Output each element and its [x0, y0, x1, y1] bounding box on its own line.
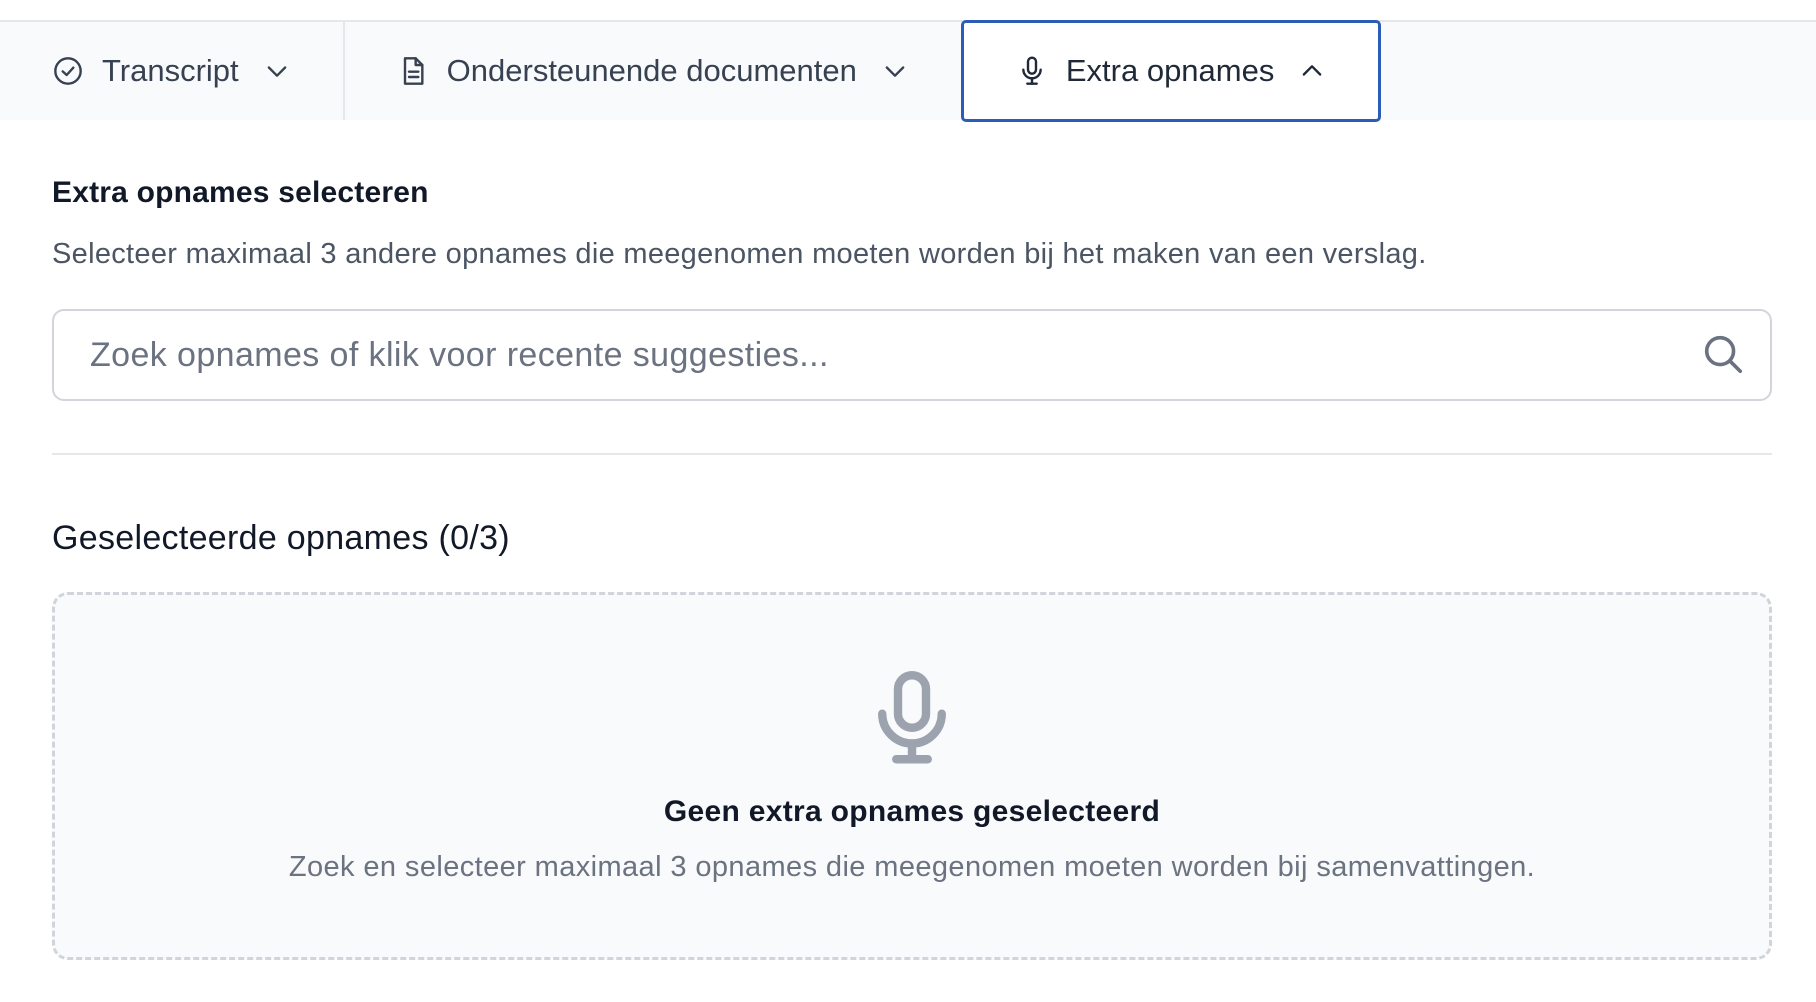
search-input[interactable]: [52, 309, 1772, 401]
chevron-down-icon: [263, 57, 291, 85]
tab-ondersteunende-documenten-label: Ondersteunende documenten: [446, 53, 857, 88]
extra-opnames-panel: Transcript Ondersteunende documenten Ext…: [0, 0, 1816, 1002]
check-circle-icon: [52, 55, 84, 87]
section-title: Extra opnames selecteren: [52, 176, 429, 209]
search-field: [52, 309, 1772, 401]
tab-extra-opnames[interactable]: Extra opnames: [960, 20, 1382, 122]
section-divider: [52, 453, 1772, 455]
selected-recordings-title: Geselecteerde opnames (0/3): [52, 519, 510, 557]
document-icon: [397, 55, 429, 87]
section-description: Selecteer maximaal 3 andere opnames die …: [52, 238, 1427, 270]
search-icon[interactable]: [1700, 331, 1746, 377]
tab-ondersteunende-documenten[interactable]: Ondersteunende documenten: [345, 22, 961, 120]
microphone-icon: [870, 669, 954, 769]
extra-opnames-content: Extra opnames selecteren Selecteer maxim…: [52, 120, 1772, 960]
microphone-icon: [1016, 55, 1048, 87]
tab-transcript-label: Transcript: [102, 53, 239, 88]
tab-extra-opnames-label: Extra opnames: [1065, 53, 1275, 88]
empty-state-description: Zoek en selecteer maximaal 3 opnames die…: [288, 851, 1536, 883]
empty-state: Geen extra opnames geselecteerd Zoek en …: [52, 592, 1772, 960]
tab-bar: Transcript Ondersteunende documenten Ext…: [0, 20, 1816, 122]
empty-state-title: Geen extra opnames geselecteerd: [663, 795, 1161, 828]
chevron-down-icon: [881, 57, 909, 85]
chevron-up-icon: [1298, 57, 1326, 85]
tab-transcript[interactable]: Transcript: [0, 22, 345, 120]
